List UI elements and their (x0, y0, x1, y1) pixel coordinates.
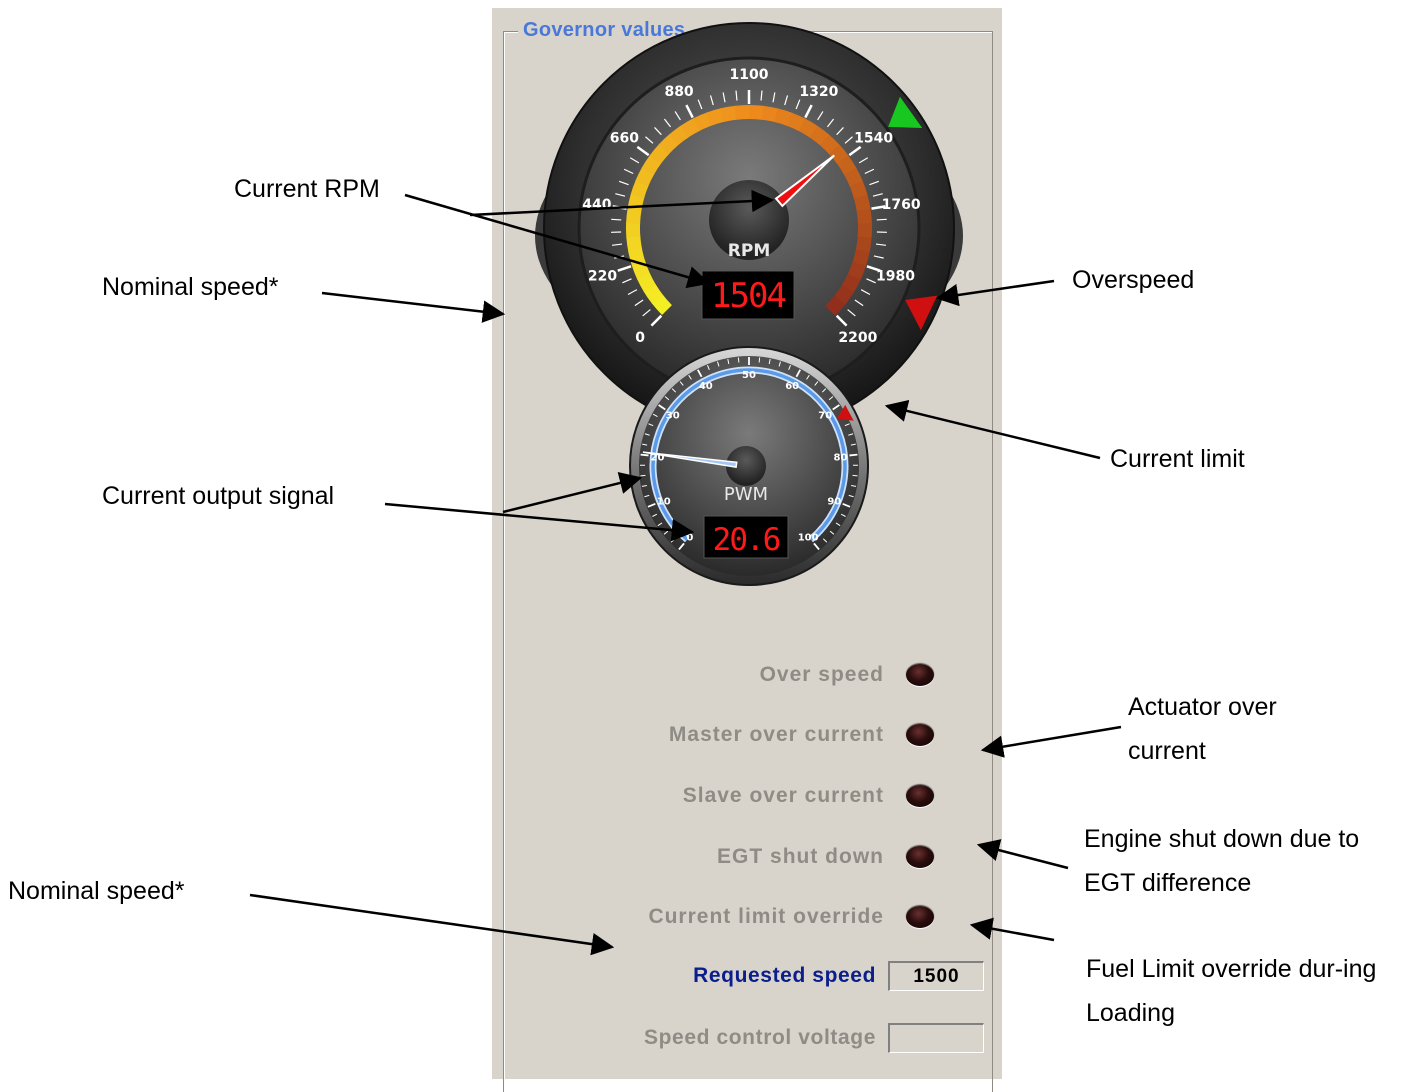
pwm-tick-label: 30 (666, 411, 680, 422)
rpm-minor-tick (611, 219, 621, 220)
egt-shut-down-indicator-icon (906, 846, 934, 868)
requested-speed-row: Requested speed 1500 (560, 958, 984, 994)
rpm-arc-segment (830, 300, 840, 311)
rpm-arc-segment (789, 119, 802, 125)
rpm-arc-segment (655, 149, 664, 160)
annotation-actuator-over-current: Actuator over current (1128, 685, 1328, 773)
rpm-arc-segment (850, 171, 856, 184)
rpm-arc-segment (635, 250, 639, 264)
speed-control-voltage-field[interactable] (888, 1023, 984, 1053)
rpm-arc-segment (824, 140, 835, 150)
rpm-arc-segment (634, 196, 637, 210)
speed-control-voltage-label: Speed control voltage (644, 1026, 876, 1050)
rpm-tick-label: 2200 (838, 330, 877, 346)
pwm-tick-label: 90 (827, 496, 841, 507)
rpm-arc-segment (863, 237, 865, 252)
master-over-current-indicator-icon (906, 724, 934, 746)
pwm-tick-label: 0 (686, 532, 693, 543)
rpm-arc-segment (709, 115, 723, 119)
egt-shut-down-label: EGT shut down (717, 845, 884, 869)
annotation-nominal-speed-top: Nominal speed* (102, 265, 279, 309)
rpm-arc-segment (643, 276, 650, 289)
current-limit-override-label: Current limit override (648, 905, 884, 929)
rpm-label: RPM (728, 241, 770, 261)
rpm-arc-segment (674, 131, 686, 140)
rpm-arc-segment (657, 299, 667, 310)
status-row-over-speed: Over speed (760, 655, 934, 695)
master-over-current-label: Master over current (669, 723, 884, 747)
rpm-arc-segment (696, 119, 709, 125)
rpm-arc-segment (847, 277, 854, 290)
annotation-fuel-limit-override: Fuel Limit override dur-ing Loading (1086, 947, 1386, 1035)
rpm-arc-segment (722, 113, 736, 116)
rpm-arc-segment (633, 209, 635, 224)
pwm-major-tick (849, 455, 857, 456)
rpm-arc-segment (856, 184, 861, 198)
rpm-tick-label: 880 (664, 84, 693, 100)
rpm-display-value: 1504 (711, 276, 785, 316)
rpm-arc-segment (685, 124, 698, 131)
rpm-tick-label: 1540 (854, 130, 893, 146)
pwm-tick-label: 40 (699, 381, 713, 392)
rpm-arc-segment (637, 183, 642, 197)
slave-over-current-label: Slave over current (683, 784, 884, 808)
pwm-major-tick (641, 455, 649, 456)
rpm-tick-label: 1980 (876, 269, 915, 285)
rpm-arc-segment (839, 289, 847, 301)
rpm-arc-segment (642, 170, 648, 183)
rpm-arc-segment (664, 139, 675, 149)
pwm-tick-label: 100 (798, 532, 819, 543)
rpm-arc-segment (854, 264, 859, 278)
pwm-gauge: 0102030405060708090100 PWM 20.6 (630, 347, 868, 585)
annotation-current-rpm: Current RPM (234, 167, 380, 211)
status-row-slave-over-current: Slave over current (683, 776, 934, 816)
speed-control-voltage-row: Speed control voltage (560, 1020, 984, 1056)
rpm-tick-label: 1760 (882, 197, 921, 213)
rpm-arc-segment (859, 251, 863, 265)
over-speed-indicator-icon (906, 664, 934, 686)
rpm-arc-segment (735, 112, 750, 113)
rpm-tick-label: 1100 (730, 67, 769, 83)
annotation-current-limit: Current limit (1110, 437, 1245, 481)
rpm-arc-segment (864, 210, 865, 225)
rpm-arc-segment (843, 160, 851, 172)
rpm-tick-label: 0 (635, 330, 645, 346)
rpm-tick-label: 660 (610, 130, 639, 146)
status-row-current-limit-override: Current limit override (648, 897, 934, 937)
over-speed-label: Over speed (760, 663, 884, 687)
requested-speed-label: Requested speed (693, 964, 876, 988)
rpm-arc-segment (749, 112, 764, 113)
pwm-tick-label: 60 (785, 381, 799, 392)
pwm-display-value: 20.6 (713, 522, 780, 558)
rpm-arc-segment (776, 115, 790, 119)
rpm-arc-segment (638, 263, 643, 277)
rpm-tick-label: 220 (588, 269, 617, 285)
annotation-overspeed: Overspeed (1072, 258, 1194, 302)
rpm-arc-segment (834, 149, 843, 160)
pwm-tick-label: 50 (742, 370, 756, 381)
requested-speed-field[interactable]: 1500 (888, 961, 984, 991)
rpm-minor-tick (877, 219, 887, 220)
annotation-nominal-speed-bottom: Nominal speed* (8, 869, 185, 913)
pwm-tick-label: 10 (657, 496, 671, 507)
pwm-tick-label: 70 (818, 411, 832, 422)
pwm-tick-label: 80 (834, 452, 848, 463)
rpm-tick-label: 1320 (799, 84, 838, 100)
slave-over-current-indicator-icon (906, 785, 934, 807)
annotation-current-output-signal: Current output signal (102, 474, 334, 518)
current-limit-override-indicator-icon (906, 906, 934, 928)
rpm-arc-segment (813, 132, 825, 141)
rpm-arc-segment (650, 288, 658, 300)
rpm-arc-segment (861, 197, 864, 211)
rpm-arc-segment (802, 125, 815, 132)
status-row-master-over-current: Master over current (669, 715, 934, 755)
rpm-arc-segment (763, 113, 777, 116)
annotation-egt-shutdown: Engine shut down due to EGT difference (1084, 817, 1384, 905)
rpm-arc-segment (633, 236, 635, 251)
status-row-egt-shut-down: EGT shut down (717, 837, 934, 877)
pwm-label: PWM (724, 484, 768, 505)
rpm-tick-label: 440 (582, 197, 611, 213)
rpm-arc-segment (648, 159, 656, 171)
